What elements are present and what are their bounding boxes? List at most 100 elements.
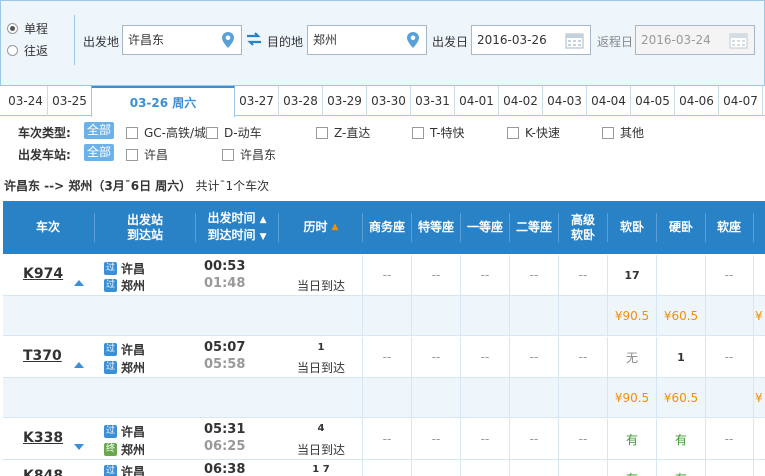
- sort-asc-icon[interactable]: ▲: [332, 220, 339, 235]
- price-row: ¥90.5 ¥60.5 ¥: [3, 296, 765, 336]
- date-tab[interactable]: 03-28: [279, 86, 323, 116]
- business-seat: --: [382, 432, 392, 446]
- checkbox-icon[interactable]: [412, 126, 424, 139]
- expand-arrow-icon[interactable]: [74, 362, 84, 368]
- sort-up-icon[interactable]: ▲: [260, 215, 267, 225]
- date-tab[interactable]: 03-29: [323, 86, 367, 116]
- date-tab[interactable]: 03-31: [411, 86, 455, 116]
- pass-badge: 过: [104, 425, 117, 438]
- filter-gc[interactable]: GC-高铁/城际: [126, 124, 218, 141]
- checkbox-icon[interactable]: [507, 126, 519, 139]
- date-tab[interactable]: 04-07: [719, 86, 763, 116]
- round-trip-option[interactable]: 往返: [7, 39, 73, 61]
- one-way-option[interactable]: 单程: [7, 17, 73, 39]
- arrival-station: 过郑州: [104, 279, 146, 293]
- terminal-badge: 终: [104, 443, 117, 456]
- to-field[interactable]: 郑州: [307, 25, 427, 55]
- date-tab[interactable]: 03-30: [367, 86, 411, 116]
- calendar-icon[interactable]: [565, 31, 584, 49]
- expand-arrow-icon[interactable]: [74, 280, 84, 286]
- departure-time: 06:38: [204, 462, 246, 476]
- radio-icon[interactable]: [7, 44, 18, 56]
- soft-sleeper-availability: 有: [625, 432, 638, 447]
- premium-sleeper: --: [578, 268, 588, 282]
- arrival-station: 过郑州: [104, 361, 146, 375]
- departure-station: 过许昌: [104, 465, 146, 476]
- date-tab[interactable]: 03-27: [235, 86, 279, 116]
- filter-z[interactable]: Z-直达: [316, 124, 370, 141]
- filter-k[interactable]: K-快速: [507, 124, 560, 141]
- duration-text: 当日到达: [296, 443, 345, 457]
- divider: [362, 460, 363, 476]
- table-row[interactable]: K974 过许昌 过郑州 00:53 01:48 当日到达 -- -- -- -…: [3, 255, 765, 296]
- filter-other[interactable]: 其他: [602, 124, 644, 141]
- table-row[interactable]: T370 过许昌 过郑州 05:07 05:58 1 当日到达 -- -- --…: [3, 337, 765, 378]
- date-tab[interactable]: 04-01: [455, 86, 499, 116]
- date-tab[interactable]: 04-06: [675, 86, 719, 116]
- soft-seat: --: [724, 432, 734, 446]
- checkbox-icon[interactable]: [206, 126, 218, 139]
- train-number-link[interactable]: K848: [23, 468, 63, 476]
- price-partial: ¥: [755, 309, 763, 323]
- checkbox-icon[interactable]: [316, 126, 328, 139]
- table-row[interactable]: K338 过许昌 终郑州 05:31 06:25 4 当日到达 -- -- --…: [3, 419, 765, 460]
- calendar-icon[interactable]: [729, 31, 748, 49]
- divider: [558, 378, 559, 417]
- from-field[interactable]: 许昌东: [122, 25, 242, 55]
- premium-sleeper: --: [578, 432, 588, 446]
- col-time-sort[interactable]: 出发时间 ▲ 到达时间 ▼: [196, 201, 278, 254]
- pass-badge: 过: [104, 465, 117, 476]
- all-stations-button[interactable]: 全部: [84, 144, 115, 161]
- from-label: 出发地: [83, 35, 120, 49]
- date-tab[interactable]: 04-03: [543, 86, 587, 116]
- location-pin-icon[interactable]: [221, 32, 235, 48]
- soft-sleeper-price: ¥90.5: [614, 308, 650, 323]
- duration-text: 当日到达: [296, 279, 345, 293]
- all-types-button[interactable]: 全部: [84, 122, 115, 139]
- divider: [411, 378, 412, 417]
- divider: [705, 460, 706, 476]
- departure-station: 过许昌: [104, 425, 146, 439]
- radio-selected-icon[interactable]: [7, 22, 18, 34]
- date-tab[interactable]: 04-04: [587, 86, 631, 116]
- date-tab[interactable]: 03-25: [48, 86, 92, 116]
- second-class-seat: --: [529, 350, 539, 364]
- hard-sleeper-count: [657, 255, 705, 295]
- depart-date-field[interactable]: 2016-03-26: [471, 25, 591, 55]
- trip-type: 单程 往返: [7, 17, 73, 61]
- filter-station-xuchang[interactable]: 许昌: [126, 146, 168, 163]
- checkbox-icon[interactable]: [602, 126, 614, 139]
- expand-arrow-icon[interactable]: [74, 444, 84, 450]
- date-tab-active[interactable]: 03-26 周六: [91, 86, 235, 117]
- sort-down-icon[interactable]: ▼: [260, 232, 267, 242]
- date-tab[interactable]: 04-05: [631, 86, 675, 116]
- col-duration-sort[interactable]: 历时 ▲: [279, 201, 363, 254]
- checkbox-icon[interactable]: [126, 126, 138, 139]
- filter-d[interactable]: D-动车: [206, 124, 262, 141]
- return-date-field[interactable]: 2016-03-24: [635, 25, 755, 55]
- divider: [509, 460, 510, 476]
- departure-time: 05:07: [204, 340, 246, 355]
- filter-t[interactable]: T-特快: [412, 124, 465, 141]
- checkbox-icon[interactable]: [126, 148, 138, 161]
- divider: [362, 378, 363, 417]
- date-tab[interactable]: 04-02: [499, 86, 543, 116]
- date-tab[interactable]: 03-24: [4, 86, 48, 116]
- col-second: 二等座: [515, 220, 552, 234]
- checkbox-icon[interactable]: [222, 148, 234, 161]
- table-header: 车次 出发站 到达站 出发时间 ▲ 到达时间 ▼ 历时 ▲ 商务座 特等座 一等座 …: [3, 201, 765, 254]
- location-pin-icon[interactable]: [406, 32, 420, 48]
- result-summary: 许昌东 --> 郑州（3月¯6日 周六） 共计¯1个车次: [4, 179, 270, 193]
- train-number-link[interactable]: K338: [23, 430, 63, 446]
- price-row: ¥90.5 ¥60.5 ¥: [3, 378, 765, 418]
- train-number-link[interactable]: T370: [23, 348, 62, 364]
- arrival-time: 05:58: [204, 357, 246, 372]
- second-class-seat: --: [529, 432, 539, 446]
- arrival-time: 06:25: [204, 439, 246, 454]
- soft-sleeper-availability: 无: [625, 350, 638, 365]
- table-row[interactable]: K848 过许昌 06:38 1 7 有 有: [3, 460, 765, 476]
- search-panel: 单程 往返 出发地 许昌东 目的地 郑州 出发日 2016-03-26 返程日 …: [0, 0, 765, 86]
- filter-station-xuchangdong[interactable]: 许昌东: [222, 146, 276, 163]
- train-number-link[interactable]: K974: [23, 266, 63, 282]
- swap-icon[interactable]: [246, 32, 262, 46]
